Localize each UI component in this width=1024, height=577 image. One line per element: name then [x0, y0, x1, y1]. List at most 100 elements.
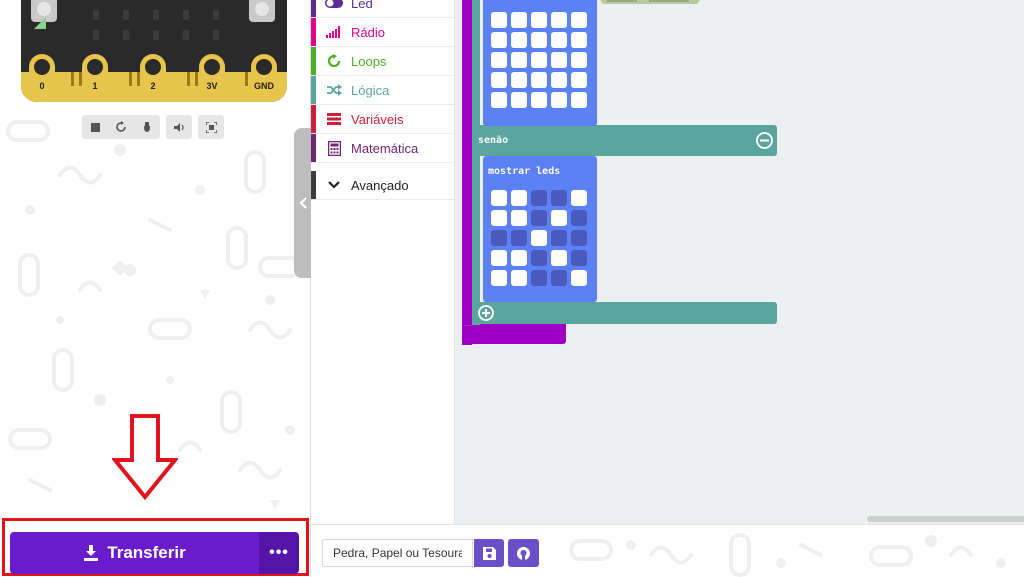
calculator-icon: [325, 139, 343, 157]
led-grid-bottom[interactable]: [491, 190, 587, 286]
toolbox-category-logic[interactable]: Lógica: [311, 76, 454, 105]
forever-block-footer[interactable]: [462, 322, 566, 344]
led-cell[interactable]: [531, 12, 547, 28]
led-cell[interactable]: [551, 230, 567, 246]
workspace-horizontal-scrollbar[interactable]: [867, 516, 1024, 522]
add-branch-icon[interactable]: [478, 305, 494, 321]
led-cell[interactable]: [511, 32, 527, 48]
led-cell[interactable]: [551, 12, 567, 28]
if-block-footer[interactable]: [472, 302, 777, 324]
led-cell[interactable]: [571, 270, 587, 286]
else-label: senão: [478, 135, 509, 146]
led-cell[interactable]: [511, 52, 527, 68]
led-cell[interactable]: [571, 12, 587, 28]
led-cell[interactable]: [511, 72, 527, 88]
pin-gnd[interactable]: GND: [251, 54, 277, 98]
show-leds-label: mostrar leds: [488, 166, 561, 177]
led-cell[interactable]: [511, 12, 527, 28]
toolbox-category-loops[interactable]: Loops: [311, 47, 454, 76]
else-row[interactable]: senão: [472, 125, 777, 156]
led-cell[interactable]: [531, 210, 547, 226]
fullscreen-icon[interactable]: [198, 115, 224, 139]
save-button[interactable]: [474, 539, 504, 567]
led-cell[interactable]: [551, 52, 567, 68]
led-cell[interactable]: [571, 190, 587, 206]
led-cell[interactable]: [551, 72, 567, 88]
led-cell[interactable]: [571, 72, 587, 88]
toolbox-category-led[interactable]: Led: [311, 0, 454, 18]
toggle-icon: [325, 0, 343, 12]
led-cell[interactable]: [551, 210, 567, 226]
save-icon: [482, 546, 496, 560]
led-cell[interactable]: [571, 230, 587, 246]
led-cell[interactable]: [511, 270, 527, 286]
shuffle-icon: [325, 81, 343, 99]
led-cell[interactable]: [511, 190, 527, 206]
github-button[interactable]: [508, 539, 539, 567]
led-cell[interactable]: [571, 250, 587, 266]
pin-2[interactable]: 2: [140, 54, 166, 98]
pin-1[interactable]: 1: [82, 54, 108, 98]
led-cell[interactable]: [491, 32, 507, 48]
chevron-down-icon: [325, 181, 343, 189]
led-cell[interactable]: [491, 230, 507, 246]
block-remnant: [600, 0, 700, 4]
led-cell[interactable]: [551, 32, 567, 48]
led-cell[interactable]: [491, 250, 507, 266]
show-leds-block-top[interactable]: [483, 0, 597, 126]
github-icon: [517, 546, 530, 560]
button-b[interactable]: [249, 0, 275, 22]
toolbox-category-math[interactable]: Matemática: [311, 134, 454, 163]
led-cell[interactable]: [491, 92, 507, 108]
forever-block-arm[interactable]: [462, 0, 472, 345]
transfer-button[interactable]: Transferir: [10, 532, 259, 574]
toolbox-category-advanced[interactable]: Avançado: [311, 171, 454, 200]
led-cell[interactable]: [511, 92, 527, 108]
pin-3v[interactable]: 3V: [199, 54, 225, 98]
restart-icon[interactable]: [108, 115, 134, 139]
led-cell[interactable]: [511, 250, 527, 266]
led-cell[interactable]: [571, 92, 587, 108]
microbit-board[interactable]: 0 1 2 3V GND: [21, 0, 287, 102]
more-icon: •••: [269, 544, 289, 561]
led-cell[interactable]: [551, 270, 567, 286]
led-cell[interactable]: [531, 270, 547, 286]
led-cell[interactable]: [531, 52, 547, 68]
toolbox-category-variables[interactable]: Variáveis: [311, 105, 454, 134]
led-cell[interactable]: [571, 32, 587, 48]
led-cell[interactable]: [551, 190, 567, 206]
led-cell[interactable]: [511, 230, 527, 246]
led-cell[interactable]: [531, 190, 547, 206]
led-cell[interactable]: [551, 92, 567, 108]
led-cell[interactable]: [531, 72, 547, 88]
led-cell[interactable]: [531, 92, 547, 108]
toolbox-category-radio[interactable]: Rádio: [311, 18, 454, 47]
led-cell[interactable]: [491, 270, 507, 286]
led-cell[interactable]: [491, 210, 507, 226]
stop-icon[interactable]: [82, 115, 108, 139]
transfer-highlight-box: Transferir •••: [2, 518, 309, 576]
led-cell[interactable]: [491, 190, 507, 206]
led-cell[interactable]: [511, 210, 527, 226]
led-cell[interactable]: [491, 72, 507, 88]
led-cell[interactable]: [491, 52, 507, 68]
led-cell[interactable]: [571, 210, 587, 226]
if-block-arm[interactable]: [472, 0, 480, 325]
led-cell[interactable]: [551, 250, 567, 266]
pin-0[interactable]: 0: [29, 54, 55, 98]
show-leds-block-bottom[interactable]: mostrar leds: [483, 156, 597, 302]
led-cell[interactable]: [531, 230, 547, 246]
led-cell[interactable]: [531, 32, 547, 48]
debug-icon[interactable]: [134, 115, 160, 139]
blocks-workspace[interactable]: senão mostrar leds: [455, 0, 1024, 524]
led-grid-top[interactable]: [491, 12, 587, 108]
project-name-input[interactable]: [322, 539, 473, 567]
button-a-label-icon: [34, 17, 46, 29]
mute-icon[interactable]: [166, 115, 192, 139]
collapse-simulator-handle[interactable]: [294, 128, 311, 278]
transfer-more-button[interactable]: •••: [259, 532, 299, 574]
remove-branch-icon[interactable]: [756, 132, 773, 149]
led-cell[interactable]: [491, 12, 507, 28]
led-cell[interactable]: [531, 250, 547, 266]
led-cell[interactable]: [571, 52, 587, 68]
